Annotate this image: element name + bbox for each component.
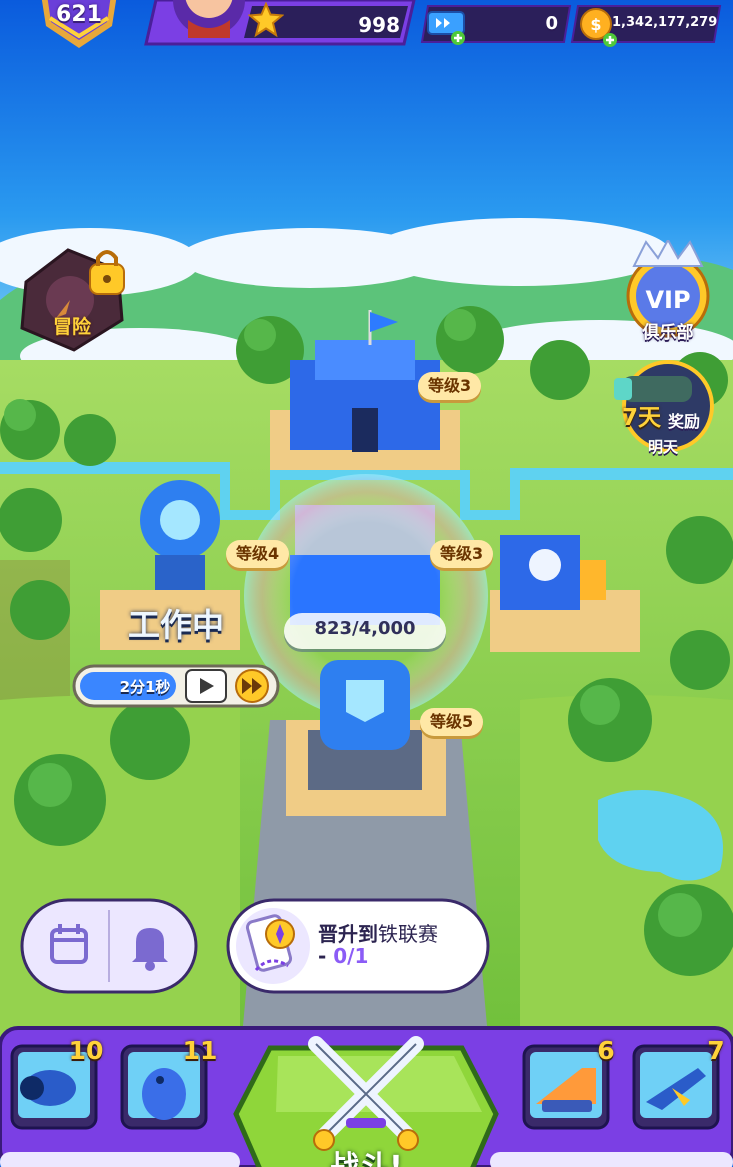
troops-count: 823/4,000 [314, 618, 416, 639]
trophy-count: 621 [56, 2, 102, 27]
video-icon [185, 669, 227, 703]
star-count: 998 [358, 13, 400, 37]
lock-icon [89, 250, 125, 295]
promo-league: 铁联赛 [378, 922, 438, 946]
promo-line2: - 0/1 [318, 944, 438, 968]
coin-count: 1,342,177,279 [612, 15, 718, 30]
star-icon [248, 2, 284, 38]
promo-line1: 晋升到铁联赛 [318, 918, 488, 947]
reward-tomorrow: 明天 [648, 438, 679, 456]
calendar-icon [50, 924, 88, 964]
vip-label: VIP [645, 286, 690, 314]
bell-icon [132, 928, 168, 971]
card-count-jet: 7 [707, 1036, 725, 1065]
lab-status-label: 工作中 [127, 606, 224, 644]
battle-label: 战斗! [296, 1142, 436, 1167]
adventure-label: 冒险 [52, 316, 91, 338]
promo-dash: - [318, 944, 334, 968]
promo-progress: 0/1 [333, 944, 369, 968]
promo-prefix: 晋升到 [318, 922, 378, 946]
notifications-button[interactable] [110, 906, 190, 986]
reward-days: 7天 [622, 405, 662, 431]
reward-label: 奖励 [668, 412, 701, 431]
card-count-cannon: 10 [68, 1036, 104, 1065]
card-count-ramp: 6 [597, 1036, 615, 1065]
vip-club-label: 俱乐部 [642, 323, 694, 343]
hq-level-tag[interactable]: 等级3 [418, 372, 482, 400]
ticket-count: 0 [545, 13, 558, 34]
compass-icon [245, 914, 295, 972]
lab-level-tag[interactable]: 等级4 [226, 540, 290, 568]
avatar-icon[interactable] [168, 0, 250, 38]
crown-icon [632, 240, 704, 267]
card-count-penguin: 11 [182, 1036, 218, 1065]
cannon-level-tag[interactable]: 等级5 [420, 708, 484, 736]
factory-level-tag[interactable]: 等级3 [430, 540, 494, 568]
calendar-button[interactable] [30, 906, 108, 986]
top-hud: 621 998 0 $ 1,342,177,279 [0, 0, 733, 60]
fast-forward-icon [235, 669, 269, 703]
lab-timer-text: 2分1秒 [119, 678, 171, 696]
ticket-icon[interactable] [424, 6, 468, 46]
svg-text:$: $ [590, 15, 601, 34]
